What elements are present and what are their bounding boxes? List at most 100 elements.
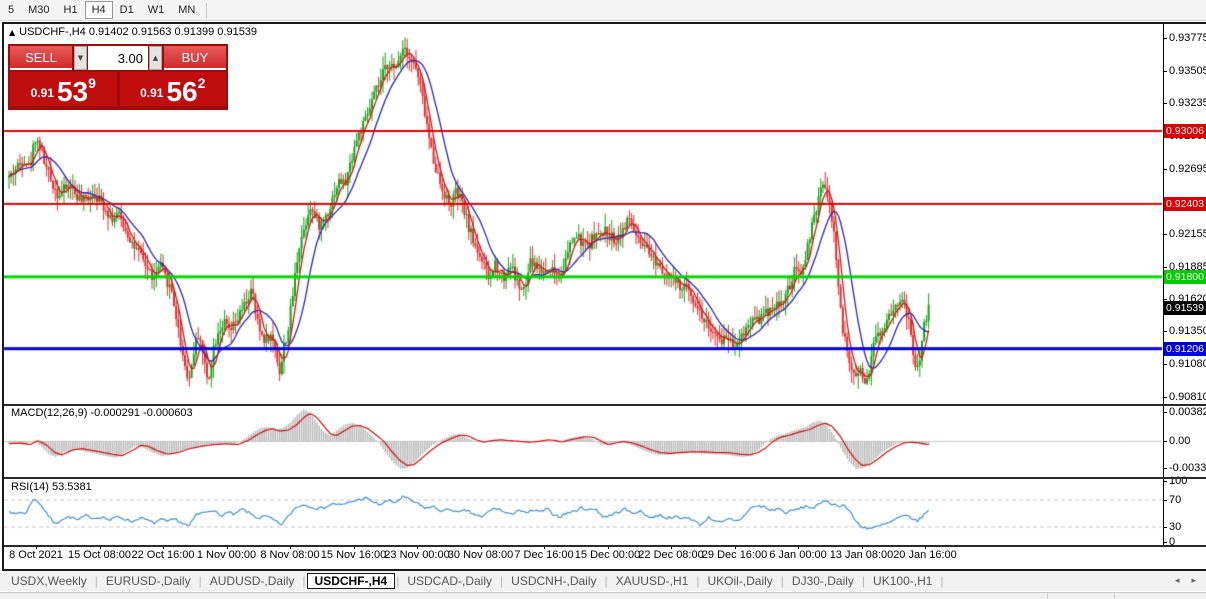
macd-panel-separator[interactable] xyxy=(2,404,1206,406)
time-tick-label: 29 Dec 16:00 xyxy=(701,549,768,561)
sell-price-main: 53 xyxy=(56,76,89,107)
timeframe-button-h4[interactable]: H4 xyxy=(84,1,113,19)
timeframe-button-w1[interactable]: W1 xyxy=(141,1,172,19)
tab-separator: | xyxy=(940,574,944,588)
time-axis-separator xyxy=(2,545,1206,547)
macd-indicator-label: MACD(12,26,9) -0.000291 -0.000603 xyxy=(11,407,193,419)
axis-tick-mark xyxy=(1163,103,1167,105)
axis-tick-mark xyxy=(1163,412,1167,413)
mt4-chart-window: 5 M30 H1 H4 D1 W1 MN ▲ USDCHF-,H4 0.91402 0.915… xyxy=(0,0,1206,599)
volume-increase-icon[interactable]: ▲ xyxy=(149,46,162,70)
price-tick-label: 0.91080 xyxy=(1169,357,1206,370)
timeframe-button-d1[interactable]: D1 xyxy=(113,1,141,19)
timeframe-button-mn[interactable]: MN xyxy=(171,1,202,19)
sell-price-pip: 9 xyxy=(88,75,96,91)
timeframe-button-h1[interactable]: H1 xyxy=(57,1,85,19)
price-level-badge: 0.91800 xyxy=(1164,269,1206,284)
price-tick-label: 0.91350 xyxy=(1169,325,1206,338)
axis-tick-mark xyxy=(1163,38,1167,40)
buy-price-display[interactable]: 0.91 56 2 xyxy=(119,72,226,107)
axis-tick-mark xyxy=(1163,331,1167,333)
macd-tick-label: -0.0033 xyxy=(1169,461,1206,474)
axis-tick-mark xyxy=(1163,70,1167,72)
time-tick-label: 15 Nov 16:00 xyxy=(320,549,387,561)
price-level-badge: 0.93006 xyxy=(1164,124,1206,138)
status-bar-divider xyxy=(1114,593,1115,599)
tab-usdchf-h4[interactable]: USDCHF-,H4 xyxy=(306,573,396,589)
rsi-panel-separator[interactable] xyxy=(2,477,1206,479)
volume-decrease-icon[interactable]: ▼ xyxy=(74,46,87,70)
axis-tick-mark xyxy=(1163,481,1167,482)
tab-scroll-right-icon[interactable]: ▸ xyxy=(1191,576,1196,586)
volume-stepper: ▼ 3.00 ▲ xyxy=(74,46,162,70)
chart-tab-bar: USDX,Weekly | EURUSD-,Daily | AUDUSD-,Daily |… xyxy=(0,571,1206,591)
axis-tick-mark xyxy=(1163,527,1167,528)
chart-window-border-left xyxy=(2,22,4,571)
buy-price-prefix: 0.91 xyxy=(140,86,164,100)
time-tick-label: 20 Jan 16:00 xyxy=(893,549,957,561)
axis-tick-mark xyxy=(1163,168,1167,170)
sell-price-prefix: 0.91 xyxy=(30,86,54,100)
time-tick-label: 6 Jan 00:00 xyxy=(769,549,827,561)
time-tick-label: 7 Dec 16:00 xyxy=(514,549,574,561)
price-tick-label: 0.92155 xyxy=(1169,227,1206,240)
axis-tick-mark xyxy=(1163,363,1167,365)
sell-price-display[interactable]: 0.91 53 9 xyxy=(10,72,117,106)
chart-window-border-top xyxy=(2,22,1206,24)
macd-tick-label: 0.00 xyxy=(1169,435,1191,448)
tab-eurusd-daily[interactable]: EURUSD-,Daily xyxy=(99,573,198,589)
time-tick-label: 13 Jan 08:00 xyxy=(829,549,894,561)
tab-usdx-weekly[interactable]: USDX,Weekly xyxy=(4,573,94,589)
status-bar xyxy=(0,592,1206,599)
time-tick-label: 8 Nov 08:00 xyxy=(260,549,320,561)
axis-tick-mark xyxy=(1163,542,1167,543)
time-tick-label: 15 Dec 00:00 xyxy=(574,549,641,561)
price-level-badge: 0.91539 xyxy=(1164,301,1206,316)
time-tick-label: 22 Dec 08:00 xyxy=(638,549,704,561)
tab-uk100-h1[interactable]: UK100-,H1 xyxy=(866,573,939,589)
timeframe-toolbar: 5 M30 H1 H4 D1 W1 MN xyxy=(0,0,1206,21)
buy-price-main: 56 xyxy=(166,76,198,107)
axis-tick-mark xyxy=(1163,298,1167,300)
price-tick-label: 0.93775 xyxy=(1169,32,1206,45)
axis-tick-mark xyxy=(1163,441,1167,443)
buy-price-pip: 2 xyxy=(197,75,206,91)
chart-title-text: USDCHF-,H4 0.91402 0.91563 0.91399 0.915… xyxy=(19,26,258,38)
axis-tick-mark xyxy=(1163,396,1167,398)
collapse-triangle-icon[interactable]: ▲ xyxy=(9,28,15,37)
tab-ukoil-daily[interactable]: UKOil-,Daily xyxy=(700,573,779,589)
rsi-tick-label: 70 xyxy=(1169,494,1182,506)
time-tick-label: 23 Nov 00:00 xyxy=(384,549,450,561)
price-level-badge: 0.91206 xyxy=(1164,341,1206,356)
axis-tick-mark xyxy=(1163,233,1167,235)
time-tick-label: 1 Nov 00:00 xyxy=(196,549,257,561)
time-tick-label: 30 Nov 08:00 xyxy=(447,549,514,561)
tab-usdcad-daily[interactable]: USDCAD-,Daily xyxy=(400,573,499,589)
tab-dj30-daily[interactable]: DJ30-,Daily xyxy=(785,573,861,589)
toolbar-separator xyxy=(206,2,208,18)
price-tick-label: 0.90810 xyxy=(1169,390,1206,403)
axis-tick-mark xyxy=(1163,500,1167,501)
macd-tick-label: 0.00382 xyxy=(1169,406,1206,418)
tab-audusd-daily[interactable]: AUDUSD-,Daily xyxy=(203,573,302,589)
status-bar-divider xyxy=(1047,593,1048,599)
timeframe-button-5[interactable]: 5 xyxy=(1,1,21,19)
price-level-badge: 0.92403 xyxy=(1164,196,1206,211)
price-tick-label: 0.93235 xyxy=(1169,97,1206,110)
axis-tick-mark xyxy=(1163,266,1167,268)
tab-usdcnh-daily[interactable]: USDCNH-,Daily xyxy=(504,573,603,589)
timeframe-button-m30[interactable]: M30 xyxy=(21,1,56,19)
volume-input[interactable]: 3.00 xyxy=(88,46,148,70)
tab-scroll-left-icon[interactable]: ◂ xyxy=(1175,576,1180,586)
one-click-trade-panel: SELL ▼ 3.00 ▲ BUY 0.91 53 9 0.91 56 2 xyxy=(8,44,228,110)
axis-tick-mark xyxy=(1163,467,1167,469)
price-tick-label: 0.93505 xyxy=(1169,64,1206,77)
time-tick-label: 15 Oct 08:00 xyxy=(68,549,131,561)
tab-xauusd-h1[interactable]: XAUUSD-,H1 xyxy=(609,573,696,589)
sell-button[interactable]: SELL xyxy=(10,46,72,70)
rsi-tick-label: 30 xyxy=(1169,521,1182,533)
buy-button[interactable]: BUY xyxy=(164,46,226,70)
time-tick-label: 22 Oct 16:00 xyxy=(131,549,195,561)
chart-title: ▲ USDCHF-,H4 0.91402 0.91563 0.91399 0.91… xyxy=(9,26,257,38)
rsi-indicator-label: RSI(14) 53.5381 xyxy=(11,481,92,493)
